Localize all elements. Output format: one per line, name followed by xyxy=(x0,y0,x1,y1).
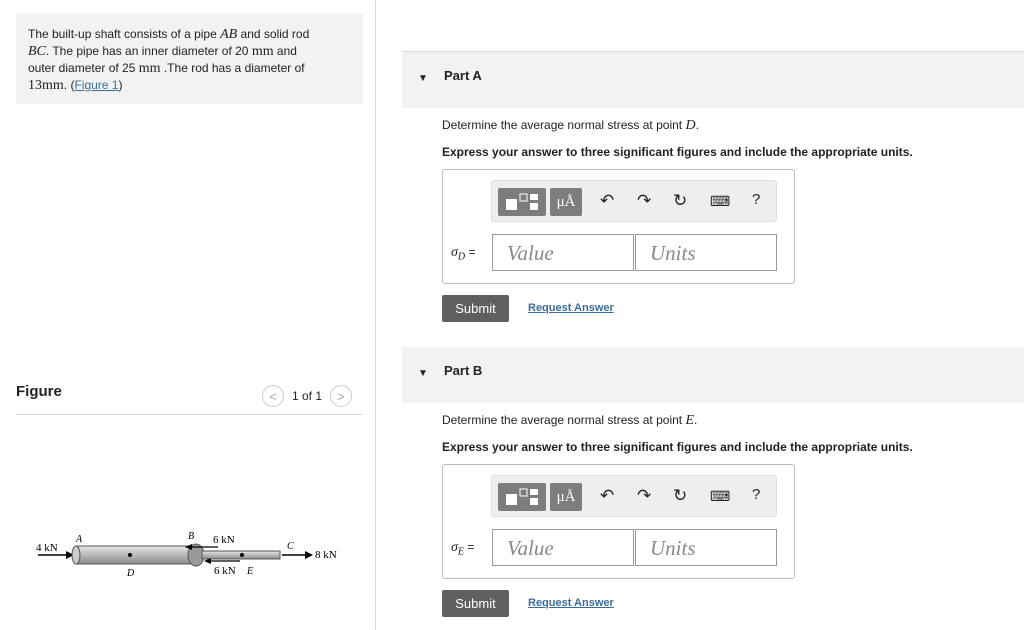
prompt-text: Determine the average normal stress at p… xyxy=(442,413,686,427)
equals: = xyxy=(468,245,476,259)
problem-text: ) xyxy=(118,78,123,92)
equals: = xyxy=(467,540,475,554)
figure-title: Figure xyxy=(16,383,62,400)
problem-statement: The built-up shaft consists of a pipe AB… xyxy=(16,14,363,104)
sigma: σ xyxy=(451,245,458,260)
point-e xyxy=(240,553,244,557)
reset-icon[interactable]: ↻ xyxy=(673,486,687,506)
keyboard-icon[interactable]: ⌨ xyxy=(710,488,730,505)
pager-text: 1 of 1 xyxy=(292,389,323,403)
part-b-prompt: Determine the average normal stress at p… xyxy=(442,413,698,428)
force-label: 8 kN xyxy=(315,549,337,561)
point-label: D xyxy=(126,568,135,579)
subscript: E xyxy=(457,546,465,558)
units-input[interactable]: Units xyxy=(635,234,777,271)
templates-icon xyxy=(506,193,538,210)
templates-icon xyxy=(506,488,538,505)
variable-label: σE = xyxy=(451,540,474,557)
problem-unit: mm xyxy=(138,61,161,76)
units-input[interactable]: Units xyxy=(635,529,777,566)
figure-link[interactable]: Figure 1 xyxy=(74,78,118,92)
problem-text: and xyxy=(273,44,297,58)
pipe-end xyxy=(71,545,81,565)
problem-var-ab: AB xyxy=(220,27,238,42)
divider xyxy=(16,414,363,415)
units-button[interactable]: μÅ xyxy=(550,188,582,216)
point-label: E xyxy=(246,566,253,577)
caret-down-icon: ▼ xyxy=(418,368,428,379)
sigma: σ xyxy=(451,540,458,555)
variable-label: σD = xyxy=(451,245,476,262)
force-label: 6 kN xyxy=(214,565,236,577)
problem-text: and solid rod xyxy=(237,27,310,41)
caret-down-icon: ▼ xyxy=(418,73,428,84)
units-label: μÅ xyxy=(556,488,576,505)
undo-icon[interactable]: ↶ xyxy=(600,191,614,211)
problem-text: .The rod has a diameter of xyxy=(160,61,305,75)
units-button[interactable]: μÅ xyxy=(550,483,582,511)
point-var: D xyxy=(685,118,696,133)
force-label: 6 kN xyxy=(213,534,235,546)
force-label: 4 kN xyxy=(36,542,58,554)
problem-var-bc: BC xyxy=(28,44,46,59)
point-label: C xyxy=(287,541,294,552)
part-b-instruction: Express your answer to three significant… xyxy=(442,440,913,454)
prompt-text: Determine the average normal stress at p… xyxy=(442,118,686,132)
pipe-ab xyxy=(75,545,197,565)
figure-pager: < 1 of 1 > xyxy=(262,385,353,407)
shaft-figure: 4 kN A D B 6 kN 6 kN E C 8 kN xyxy=(36,531,337,579)
undo-icon[interactable]: ↶ xyxy=(600,486,614,506)
templates-button[interactable] xyxy=(498,483,546,511)
math-toolbar: μÅ ↶ ↷ ↻ ⌨ ? xyxy=(491,180,777,222)
arrowhead-icon xyxy=(305,551,313,559)
problem-panel: The built-up shaft consists of a pipe AB… xyxy=(0,0,376,630)
part-a-header[interactable]: ▼ Part A xyxy=(402,52,1024,108)
part-a-request-answer-link[interactable]: Request Answer xyxy=(528,302,614,314)
value-input[interactable]: Value xyxy=(492,529,634,566)
redo-icon[interactable]: ↷ xyxy=(637,486,651,506)
part-b-submit-button[interactable]: Submit xyxy=(442,590,509,617)
point-d xyxy=(128,553,132,557)
part-label: Part B xyxy=(444,363,483,378)
units-label: μÅ xyxy=(556,193,576,210)
point-label: A xyxy=(75,534,83,545)
part-a-instruction: Express your answer to three significant… xyxy=(442,145,913,159)
part-a-submit-button[interactable]: Submit xyxy=(442,295,509,322)
templates-button[interactable] xyxy=(498,188,546,216)
problem-unit: mm xyxy=(251,44,274,59)
keyboard-icon[interactable]: ⌨ xyxy=(710,193,730,210)
reset-icon[interactable]: ↻ xyxy=(673,191,687,211)
value-input[interactable]: Value xyxy=(492,234,634,271)
redo-icon[interactable]: ↷ xyxy=(637,191,651,211)
part-label: Part A xyxy=(444,68,482,83)
part-b-answer-box: μÅ ↶ ↷ ↻ ⌨ ? σE = Value Units xyxy=(442,464,795,579)
part-b-header[interactable]: ▼ Part B xyxy=(402,347,1024,403)
help-button[interactable]: ? xyxy=(752,486,760,503)
problem-text: The built-up shaft consists of a pipe xyxy=(28,27,221,41)
part-a-prompt: Determine the average normal stress at p… xyxy=(442,118,699,133)
problem-text: outer diameter of 25 xyxy=(28,61,139,75)
chevron-left-icon: < xyxy=(269,388,277,404)
next-figure-button[interactable]: > xyxy=(330,385,353,407)
part-b-request-answer-link[interactable]: Request Answer xyxy=(528,597,614,609)
point-label: B xyxy=(188,531,194,542)
help-button[interactable]: ? xyxy=(752,191,760,208)
problem-text: . The pipe has an inner diameter of 20 xyxy=(45,44,252,58)
answer-panel: ▼ Part A Determine the average normal st… xyxy=(377,0,1024,630)
problem-text: . ( xyxy=(63,78,75,92)
math-toolbar: μÅ ↶ ↷ ↻ ⌨ ? xyxy=(491,475,777,517)
prev-figure-button[interactable]: < xyxy=(262,385,284,407)
chevron-right-icon: > xyxy=(337,388,345,404)
part-a-answer-box: μÅ ↶ ↷ ↻ ⌨ ? σD = Value Units xyxy=(442,169,795,284)
point-var: E xyxy=(685,413,695,428)
subscript: D xyxy=(457,251,466,263)
problem-unit: 13mm xyxy=(28,78,64,93)
